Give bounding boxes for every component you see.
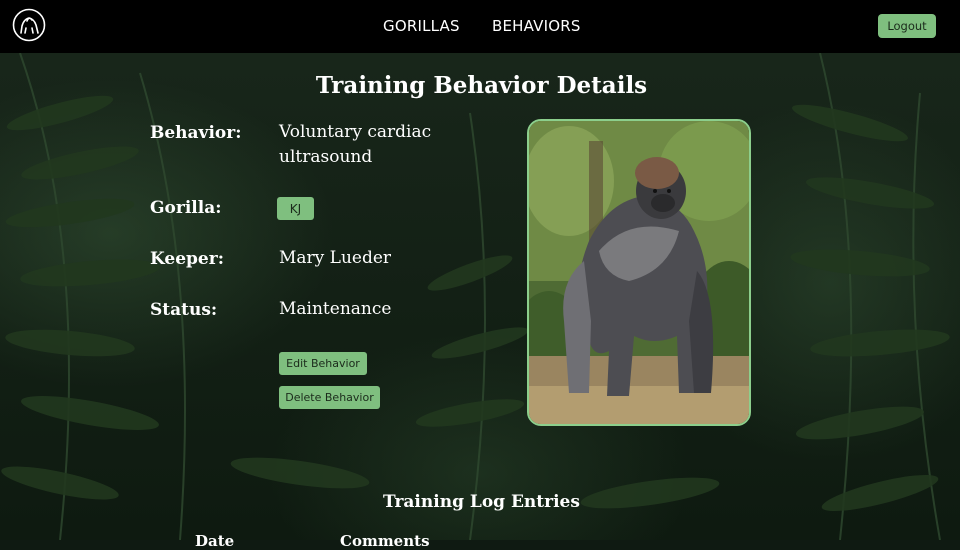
- keeper-label: Keeper:: [150, 249, 224, 269]
- fern-background: [0, 53, 960, 540]
- status-value: Maintenance: [279, 299, 392, 319]
- training-log-title: Training Log Entries: [383, 492, 580, 512]
- nav-link-gorillas[interactable]: GORILLAS: [383, 17, 460, 35]
- behavior-value: Voluntary cardiac ultrasound: [279, 120, 431, 170]
- status-label: Status:: [150, 300, 218, 320]
- delete-behavior-button[interactable]: Delete Behavior: [279, 386, 380, 409]
- gorilla-icon[interactable]: [12, 8, 46, 42]
- log-column-comments: Comments: [340, 532, 430, 550]
- top-navbar: GORILLAS BEHAVIORS Logout: [0, 0, 960, 53]
- gorilla-badge[interactable]: KJ: [277, 197, 314, 220]
- behavior-value-line2: ultrasound: [279, 147, 373, 167]
- nav-link-behaviors[interactable]: BEHAVIORS: [492, 17, 581, 35]
- keeper-value: Mary Lueder: [279, 248, 392, 268]
- behavior-label: Behavior:: [150, 123, 242, 143]
- gorilla-photo: [527, 119, 751, 426]
- log-column-date: Date: [195, 532, 235, 550]
- page-title: Training Behavior Details: [315, 72, 648, 99]
- behavior-value-line1: Voluntary cardiac: [279, 122, 432, 142]
- logout-button[interactable]: Logout: [878, 14, 936, 38]
- edit-behavior-button[interactable]: Edit Behavior: [279, 352, 367, 375]
- gorilla-label: Gorilla:: [150, 198, 222, 218]
